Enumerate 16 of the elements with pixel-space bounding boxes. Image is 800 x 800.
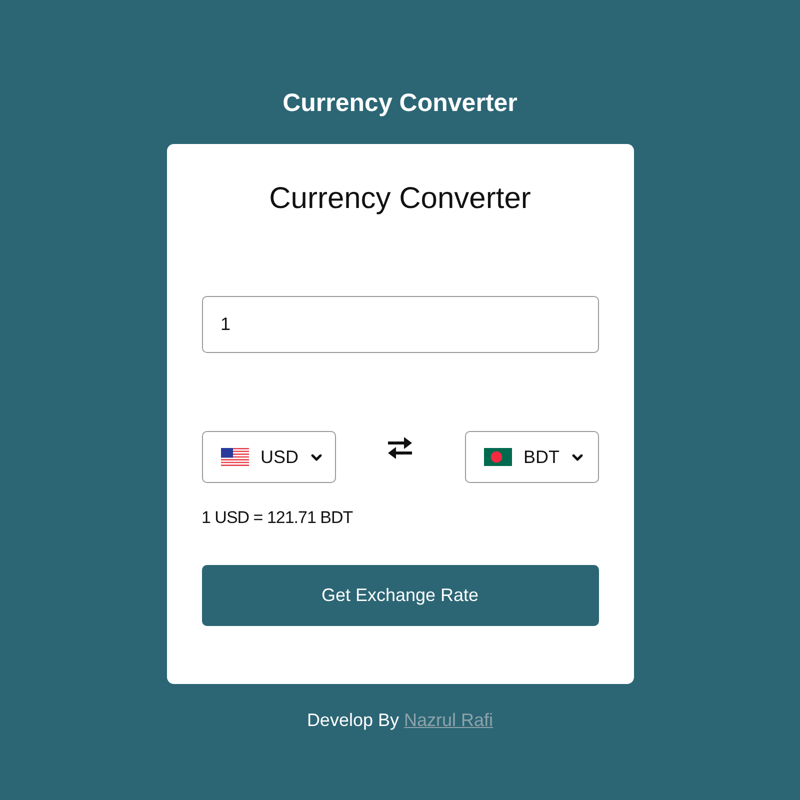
currency-select[interactable]: BDT xyxy=(464,431,598,483)
page-title: Currency Converter xyxy=(282,88,518,119)
swap-button[interactable] xyxy=(386,436,414,460)
chevron-down-icon xyxy=(572,454,582,460)
chevron-down-icon xyxy=(310,454,322,460)
swap-arrows-icon xyxy=(386,436,414,460)
amount-input[interactable]: 1 xyxy=(202,296,598,353)
bangladesh-flag-icon xyxy=(484,448,512,466)
currency-code: USD xyxy=(260,448,299,466)
exchange-rate-text: 1 USD = 121.71 BDT xyxy=(202,507,354,529)
footer-text: Develop By Nazrul Rafi xyxy=(306,709,494,732)
currency-select[interactable]: USD xyxy=(202,431,336,483)
get-exchange-rate-button[interactable]: Get Exchange Rate xyxy=(202,565,598,626)
us-flag-icon xyxy=(220,448,248,466)
card-title: Currency Converter xyxy=(268,181,532,217)
currency-code: BDT xyxy=(524,448,560,466)
